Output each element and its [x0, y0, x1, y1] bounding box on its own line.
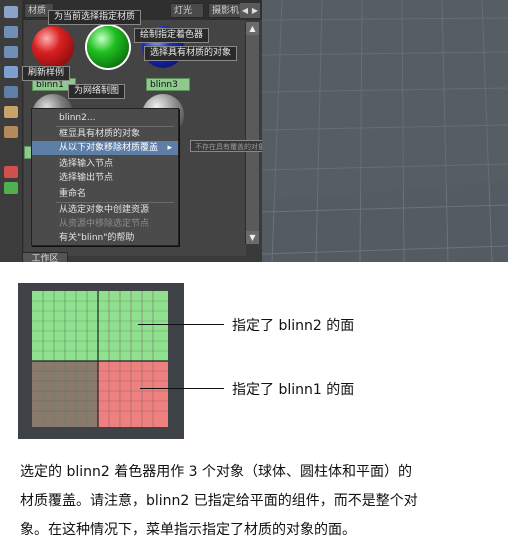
- hypershade-panel: 材质 灯光 摄影机 ◀ ▶ blinn1 blinn3 为当前选择指定材质 绘制…: [0, 0, 294, 262]
- blinn1-swatch[interactable]: [32, 26, 74, 68]
- menu-item-blinn2[interactable]: blinn2...: [32, 111, 178, 125]
- caption-line-2: 材质覆盖。请注意，blinn2 已指定给平面的组件，而不是整个对: [20, 493, 418, 509]
- toolbar-icon-3[interactable]: [4, 46, 18, 58]
- leader-line-blinn2: [138, 324, 224, 325]
- leader-line-blinn1: [140, 388, 224, 389]
- tooltip-select-objects: 选择具有材质的对象: [144, 46, 238, 61]
- tooltip-graph-network: 为网络制图: [68, 84, 126, 99]
- caption-line-1: 选定的 blinn2 着色器用作 3 个对象（球体、圆柱体和平面）的: [20, 464, 413, 480]
- menu-item-remove-override[interactable]: 从以下对象移除材质覆盖 ▸: [32, 141, 178, 155]
- menu-item-frame-objects[interactable]: 框显具有材质的对象: [32, 127, 178, 141]
- menu-item-create-asset[interactable]: 从选定对象中创建资源: [32, 203, 178, 217]
- menu-item-select-input-nodes[interactable]: 选择输入节点: [32, 157, 178, 171]
- menu-item-select-output-nodes[interactable]: 选择输出节点: [32, 171, 178, 185]
- tab-scroll-left-icon[interactable]: ◀: [240, 3, 250, 18]
- toolbar-icon-6[interactable]: [4, 106, 18, 118]
- submenu-arrow-icon: ▸: [167, 143, 172, 153]
- context-menu: blinn2... 框显具有材质的对象 从以下对象移除材质覆盖 ▸ 选择输入节点…: [31, 108, 179, 246]
- viewport-figure: [18, 283, 184, 439]
- viewport-grid: [261, 0, 508, 262]
- plane-faces: [32, 291, 168, 427]
- tab-lights[interactable]: 灯光: [170, 3, 204, 18]
- tab-work-area[interactable]: 工作区: [22, 252, 68, 262]
- menu-item-help-blinn[interactable]: 有关"blinn"的帮助: [32, 231, 178, 245]
- left-toolbar: [0, 0, 23, 262]
- swatch-scrollbar[interactable]: ▲ ▼: [245, 22, 259, 244]
- annotation-blinn1: 指定了 blinn1 的面: [232, 382, 355, 398]
- toolbar-icon-5[interactable]: [4, 86, 18, 98]
- tab-cameras[interactable]: 摄影机: [208, 3, 242, 18]
- toolbar-icon-8[interactable]: [4, 166, 18, 178]
- scroll-up-icon[interactable]: ▲: [246, 22, 259, 35]
- toolbar-icon-9[interactable]: [4, 182, 18, 194]
- menu-item-remove-override-label: 从以下对象移除材质覆盖: [59, 143, 159, 153]
- tooltip-assign-material: 为当前选择指定材质: [48, 10, 142, 25]
- viewport-background: [261, 0, 508, 262]
- menu-item-remove-from-asset: 从资源中移除选定节点: [59, 219, 150, 229]
- toolbar-icon-2[interactable]: [4, 26, 18, 38]
- plane-grid: [32, 291, 168, 427]
- blinn2-swatch[interactable]: [87, 26, 129, 68]
- scroll-down-icon[interactable]: ▼: [246, 231, 259, 244]
- tab-scroll-right-icon[interactable]: ▶: [250, 3, 260, 18]
- annotation-blinn2: 指定了 blinn2 的面: [232, 318, 355, 334]
- tooltip-graph-shader: 绘制指定着色器: [134, 28, 210, 43]
- toolbar-icon-1[interactable]: [4, 6, 18, 18]
- toolbar-icon-4[interactable]: [4, 66, 18, 78]
- menu-item-rename[interactable]: 重命名: [32, 187, 178, 201]
- tooltip-refresh-swatch: 刷新样例: [22, 66, 71, 81]
- blinn3-label: blinn3: [146, 78, 190, 91]
- toolbar-icon-7[interactable]: [4, 126, 18, 138]
- hypershade-screenshot: 材质 灯光 摄影机 ◀ ▶ blinn1 blinn3 为当前选择指定材质 绘制…: [0, 0, 508, 262]
- caption-line-3: 象。在这种情况下，菜单指示指定了材质的对象的面。: [20, 522, 356, 538]
